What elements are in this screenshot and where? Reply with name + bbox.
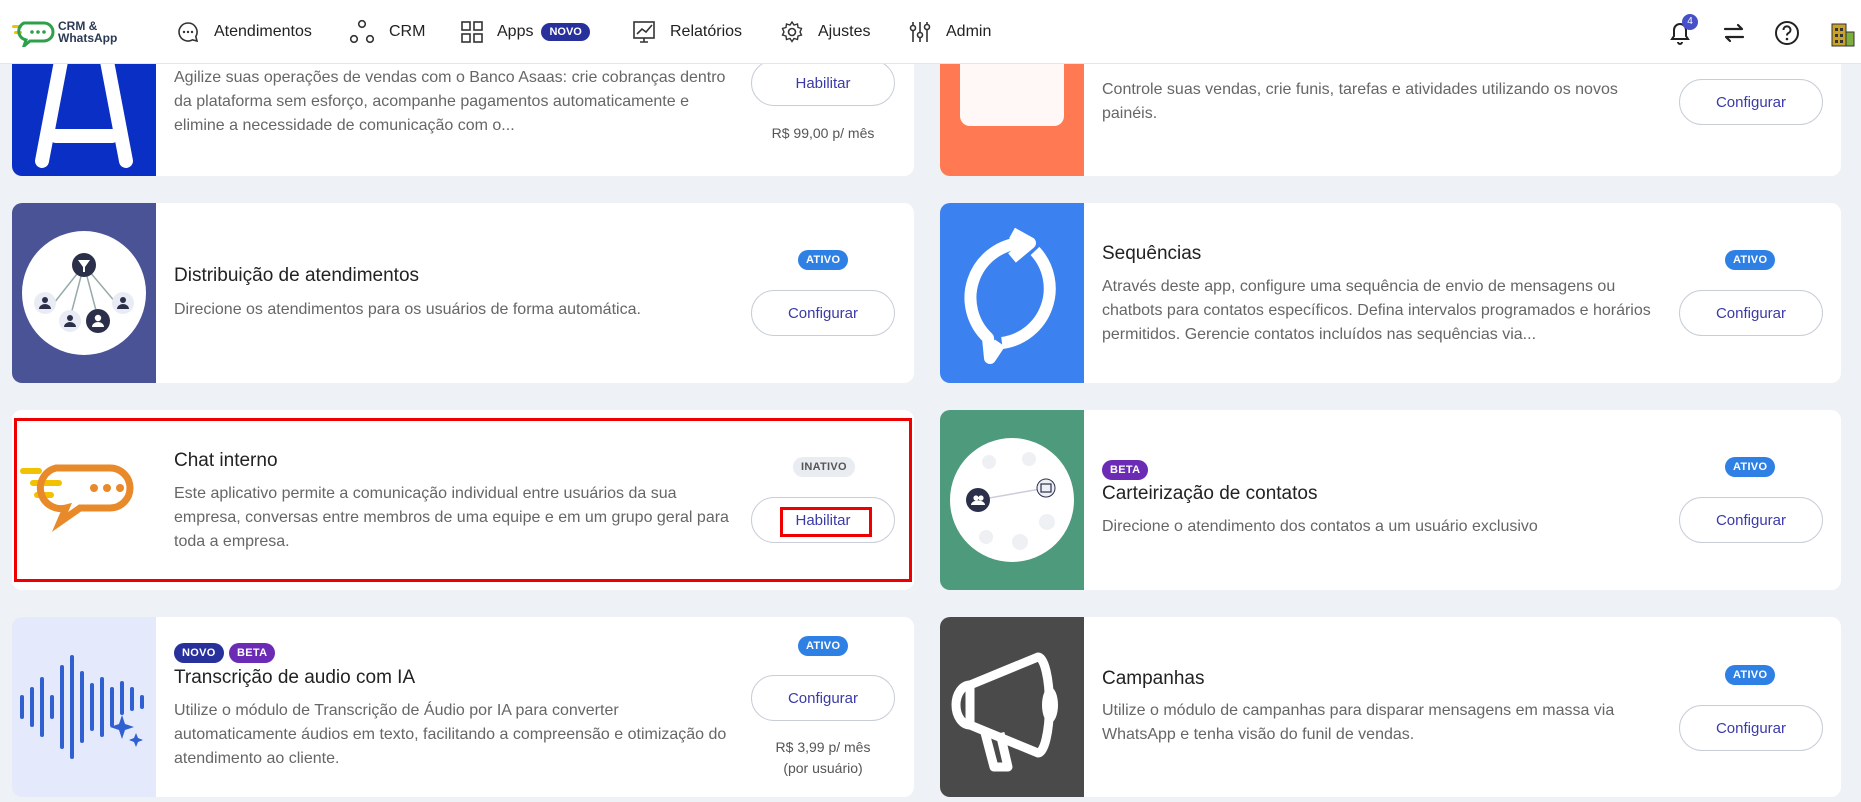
status-badge: ATIVO xyxy=(798,636,849,656)
beta-badge: BETA xyxy=(229,643,276,663)
campanhas-app-image xyxy=(940,617,1084,797)
nav-crm[interactable]: CRM xyxy=(349,18,425,46)
app-title: Campanhas xyxy=(1102,668,1205,689)
logo-text-line2: WhatsApp xyxy=(58,31,118,45)
app-title: Sequências xyxy=(1102,243,1202,264)
sequencias-app-image xyxy=(940,203,1084,383)
configure-button[interactable]: Configurar xyxy=(1679,290,1823,336)
configure-button[interactable]: Configurar xyxy=(1679,497,1823,543)
highlight-button-frame xyxy=(780,507,872,537)
status-badge: ATIVO xyxy=(1725,665,1776,685)
audio-wave-icon xyxy=(20,655,144,759)
sliders-icon xyxy=(909,22,931,42)
app-description: Utilize o módulo de Transcrição de Áudio… xyxy=(174,702,727,767)
swap-arrows-icon xyxy=(1723,23,1745,43)
configure-button[interactable]: Configurar xyxy=(751,290,895,336)
app-card-carteirizacao: BETA Carteirização de contatos Direcione… xyxy=(940,410,1841,590)
company-button[interactable] xyxy=(1830,20,1856,47)
app-card-distribuicao: Distribuição de atendimentos Direcione o… xyxy=(12,203,914,383)
chat-bubble-icon xyxy=(178,22,199,43)
app-price: R$ 99,00 p/ mês xyxy=(771,125,875,141)
status-badge: ATIVO xyxy=(1725,457,1776,477)
nav-relatorios[interactable]: Relatórios xyxy=(632,18,742,46)
app-card-transcricao: NOVO BETA Transcrição de audio com IA Ut… xyxy=(12,617,914,797)
app-description: Através deste app, configure uma sequênc… xyxy=(1102,278,1651,343)
app-description: Controle suas vendas, crie funis, tarefa… xyxy=(1102,81,1618,122)
gear-icon xyxy=(781,20,803,43)
nav-label: Atendimentos xyxy=(214,23,312,40)
grid-icon xyxy=(461,21,483,43)
enable-button[interactable]: Habilitar xyxy=(751,60,895,106)
novo-badge: NOVO xyxy=(541,23,590,41)
top-navbar: CRM & WhatsApp Atendimentos CRM Apps NOV… xyxy=(0,0,1861,64)
app-description: Direcione o atendimento dos contatos a u… xyxy=(1102,518,1538,535)
app-price-note: (por usuário) xyxy=(783,760,863,776)
app-description: Agilize suas operações de vendas com o B… xyxy=(174,69,726,134)
app-price: R$ 3,99 p/ mês xyxy=(775,739,871,755)
switch-button[interactable] xyxy=(1721,20,1747,46)
chart-icon xyxy=(633,21,655,43)
nav-admin[interactable]: Admin xyxy=(908,18,991,46)
app-title: Distribuição de atendimentos xyxy=(174,265,420,286)
status-badge: ATIVO xyxy=(798,250,849,270)
app-card-sequencias: Sequências Através deste app, configure … xyxy=(940,203,1841,383)
nav-label: Admin xyxy=(946,23,992,40)
highlight-frame xyxy=(14,418,912,582)
novo-badge: NOVO xyxy=(174,643,224,663)
beta-badge: BETA xyxy=(1102,460,1149,480)
app-card-campanhas: Campanhas Utilize o módulo de campanhas … xyxy=(940,617,1841,797)
app-title: Transcrição de audio com IA xyxy=(174,667,416,688)
distribuicao-app-image xyxy=(12,203,156,383)
app-logo[interactable]: CRM & WhatsApp xyxy=(12,17,122,51)
logo-icon xyxy=(12,21,55,51)
building-icon xyxy=(1831,23,1855,47)
carteirizacao-app-image xyxy=(940,410,1084,590)
nav-label: Apps xyxy=(497,23,534,40)
transcricao-app-image xyxy=(12,617,156,797)
help-icon xyxy=(1775,21,1799,45)
nav-ajustes[interactable]: Ajustes xyxy=(780,18,870,46)
app-description: Direcione os atendimentos para os usuári… xyxy=(174,301,641,318)
megaphone-icon xyxy=(951,652,1058,772)
configure-button[interactable]: Configurar xyxy=(1679,705,1823,751)
app-description: Utilize o módulo de campanhas para dispa… xyxy=(1102,702,1615,743)
app-title: Carteirização de contatos xyxy=(1102,483,1318,504)
loop-arrows-icon xyxy=(964,227,1056,364)
status-badge: ATIVO xyxy=(1725,250,1776,270)
help-button[interactable] xyxy=(1774,20,1800,46)
distribution-icon xyxy=(22,231,146,355)
notifications-button[interactable]: 4 xyxy=(1668,14,1698,46)
contacts-wallet-icon xyxy=(950,438,1074,562)
nav-apps[interactable]: Apps NOVO xyxy=(461,18,590,46)
nav-label: CRM xyxy=(389,23,426,40)
configure-button[interactable]: Configurar xyxy=(751,675,895,721)
nodes-icon xyxy=(349,19,375,44)
nav-atendimentos[interactable]: Atendimentos xyxy=(176,18,312,46)
configure-button[interactable]: Configurar xyxy=(1679,79,1823,125)
nav-label: Relatórios xyxy=(670,23,743,40)
notifications-count-badge: 4 xyxy=(1682,14,1698,30)
nav-label: Ajustes xyxy=(818,23,871,40)
